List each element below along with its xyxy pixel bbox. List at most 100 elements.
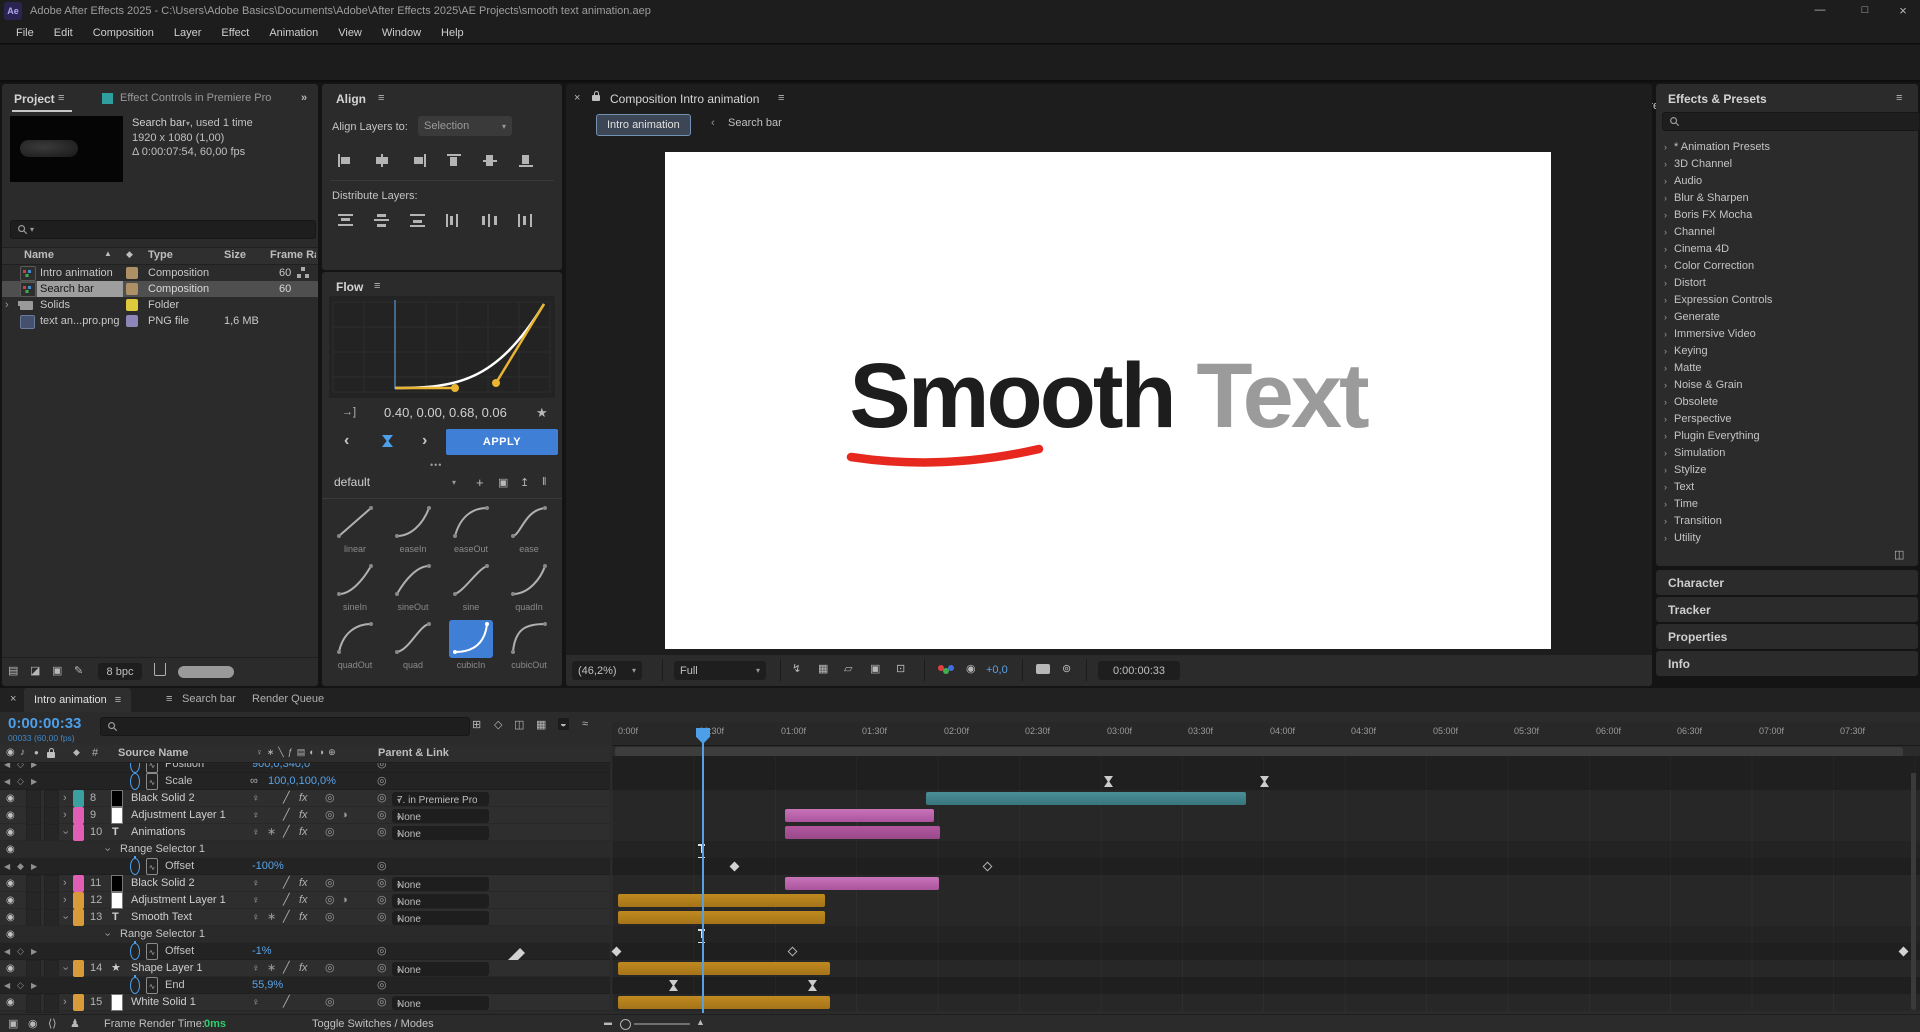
expander-icon[interactable]: › <box>63 807 67 824</box>
quality-switch-icon[interactable]: ♀ <box>252 909 260 926</box>
panel-corner-icon[interactable]: ◫ <box>1894 548 1904 561</box>
add-preset-icon[interactable]: + <box>476 475 484 490</box>
effects-switch-icon[interactable]: ◎ <box>325 824 335 841</box>
effects-search-input[interactable] <box>1662 112 1920 131</box>
effects-switch-icon[interactable]: ◎ <box>325 790 335 807</box>
label-color-swatch[interactable] <box>126 299 138 311</box>
category-keying[interactable]: ›Keying <box>1656 342 1918 359</box>
layer-label-color[interactable] <box>73 960 84 977</box>
distribute-vertical-center-icon[interactable] <box>374 214 389 227</box>
quality-diag-icon[interactable]: ╱ <box>283 824 290 841</box>
menu-animation[interactable]: Animation <box>259 27 328 39</box>
keyframe-icon-hollow[interactable] <box>788 947 798 957</box>
category-simulation[interactable]: ›Simulation <box>1656 444 1918 461</box>
category-distort[interactable]: ›Distort <box>1656 274 1918 291</box>
snapshot-camera-icon[interactable] <box>1036 664 1050 674</box>
layer-duration-bar[interactable] <box>618 962 830 975</box>
parent-dropdown[interactable]: 7. in Premiere Pro▾ <box>392 792 489 806</box>
project-row-search-bar-selected[interactable]: Search bar Composition 60 <box>2 281 318 297</box>
tab-align[interactable]: Align <box>336 92 366 106</box>
category-plugin-everything[interactable]: ›Plugin Everything <box>1656 427 1918 444</box>
align-bottom-icon[interactable] <box>518 154 535 167</box>
preset-ease[interactable]: ease <box>504 504 554 556</box>
current-time-indicator-line[interactable] <box>702 736 704 1013</box>
category-text[interactable]: ›Text <box>1656 478 1918 495</box>
tab-render-queue[interactable]: Render Queue <box>252 693 324 705</box>
category-cinema-4d[interactable]: ›Cinema 4D <box>1656 240 1918 257</box>
stopwatch-icon[interactable] <box>130 773 140 790</box>
category-perspective[interactable]: ›Perspective <box>1656 410 1918 427</box>
trash-icon[interactable] <box>154 663 166 676</box>
composition-mini-flowchart-icon[interactable]: ⊞ <box>472 718 481 731</box>
pick-whip-icon[interactable]: ◎ <box>377 977 387 994</box>
preset-quadOut[interactable]: quadOut <box>330 620 380 672</box>
collapse-switch-icon[interactable]: ∗ <box>267 960 276 977</box>
label-column-icon[interactable]: ◆ <box>126 249 133 260</box>
quality-diag-icon[interactable]: ╱ <box>283 892 290 909</box>
expander-icon-open[interactable]: › <box>56 967 73 971</box>
category-noise-grain[interactable]: ›Noise & Grain <box>1656 376 1918 393</box>
effects-switch-icon[interactable]: ◎ <box>325 892 335 909</box>
pick-whip-icon[interactable]: ◎ <box>377 790 387 807</box>
tab-project[interactable]: Project <box>14 92 55 106</box>
effects-panel-menu-icon[interactable]: ≡ <box>1896 92 1902 104</box>
current-timecode[interactable]: 0:00:00:33 <box>8 715 81 732</box>
quality-diag-icon[interactable]: ╱ <box>283 994 290 1011</box>
apply-button[interactable]: APPLY <box>446 429 558 455</box>
layer-duration-bar[interactable] <box>926 792 1246 805</box>
layer-name[interactable]: Animations <box>131 824 185 841</box>
easy-ease-keyframe[interactable] <box>1104 776 1113 787</box>
expander-icon[interactable]: › <box>63 790 67 807</box>
layer-duration-bar[interactable] <box>785 877 939 890</box>
property-row-offset-2[interactable]: ◀◇▶ ∿ Offset -1% ◎ <box>0 943 1920 960</box>
motion-blur-icon[interactable]: ◒ <box>558 718 569 730</box>
expand-transfer-controls-icon[interactable]: ⟨⟩ <box>48 1017 57 1030</box>
pick-whip-icon[interactable]: ◎ <box>377 773 387 790</box>
group-name[interactable]: Range Selector 1 <box>120 926 205 943</box>
preset-group-caret-icon[interactable]: ▾ <box>452 478 456 487</box>
fx-switch-icon[interactable]: fx <box>299 909 308 926</box>
adjustment-layer-icon[interactable]: ◑ <box>341 892 348 909</box>
distribute-horizontal-center-icon[interactable] <box>482 214 497 227</box>
category-matte[interactable]: ›Matte <box>1656 359 1918 376</box>
lock-icon[interactable] <box>592 95 600 101</box>
property-visibility-icon[interactable]: ◉ <box>6 926 15 943</box>
layer-visibility-icon[interactable]: ◉ <box>6 824 15 841</box>
fast-previews-icon[interactable]: ↯ <box>792 662 801 675</box>
label-color-swatch[interactable] <box>126 267 138 279</box>
properties-panel-header[interactable]: Properties <box>1656 624 1918 649</box>
preset-group-dropdown[interactable]: default <box>334 475 370 489</box>
fx-switch-icon[interactable]: fx <box>299 807 308 824</box>
layer-row-13-smooth-text[interactable]: ◉ › 13 T Smooth Text ♀ ∗ ╱ fx ◎ ◎ None▾ <box>0 909 1920 926</box>
category-generate[interactable]: ›Generate <box>1656 308 1918 325</box>
easy-ease-keyframe[interactable] <box>808 980 817 991</box>
menu-window[interactable]: Window <box>372 27 431 39</box>
property-value[interactable]: -1% <box>252 943 272 960</box>
flow-next-icon[interactable]: › <box>422 432 427 450</box>
category-color-correction[interactable]: ›Color Correction <box>1656 257 1918 274</box>
expand-in-out-columns-icon[interactable]: ▣ <box>8 1017 18 1030</box>
toggle-switches-modes-button[interactable]: Toggle Switches / Modes <box>312 1018 434 1030</box>
pick-whip-icon[interactable]: ◎ <box>377 807 387 824</box>
graph-icon[interactable]: ∿ <box>146 943 158 960</box>
group-row-range-selector-1[interactable]: ◉ › Range Selector 1 <box>0 841 1920 858</box>
property-name[interactable]: Scale <box>165 773 193 790</box>
adjustment-layer-icon[interactable]: ◑ <box>341 807 348 824</box>
breadcrumb-previous[interactable]: Search bar <box>728 117 782 129</box>
align-horizontal-center-icon[interactable] <box>374 154 391 167</box>
layer-visibility-icon[interactable]: ◉ <box>6 960 15 977</box>
pick-whip-icon[interactable]: ◎ <box>377 875 387 892</box>
pick-whip-icon[interactable]: ◎ <box>377 909 387 926</box>
pick-whip-icon[interactable]: ◎ <box>377 824 387 841</box>
collapse-switch-icon[interactable]: ∗ <box>267 824 276 841</box>
property-row-end[interactable]: ◀◇▶ ∿ End 55,9% ◎ <box>0 977 1920 994</box>
quality-switch-icon[interactable]: ♀ <box>252 824 260 841</box>
flow-prev-icon[interactable]: ‹ <box>344 432 349 450</box>
collapse-switch-icon[interactable]: ∗ <box>267 909 276 926</box>
layer-name[interactable]: Shape Layer 1 <box>131 960 203 977</box>
preset-easeIn[interactable]: easeIn <box>388 504 438 556</box>
tab-intro-animation-active[interactable]: Intro animation≡ <box>24 688 131 712</box>
composition-canvas[interactable]: Smooth Text <box>665 152 1551 649</box>
expander-icon-open[interactable]: › <box>56 831 73 835</box>
align-left-icon[interactable] <box>338 154 355 167</box>
